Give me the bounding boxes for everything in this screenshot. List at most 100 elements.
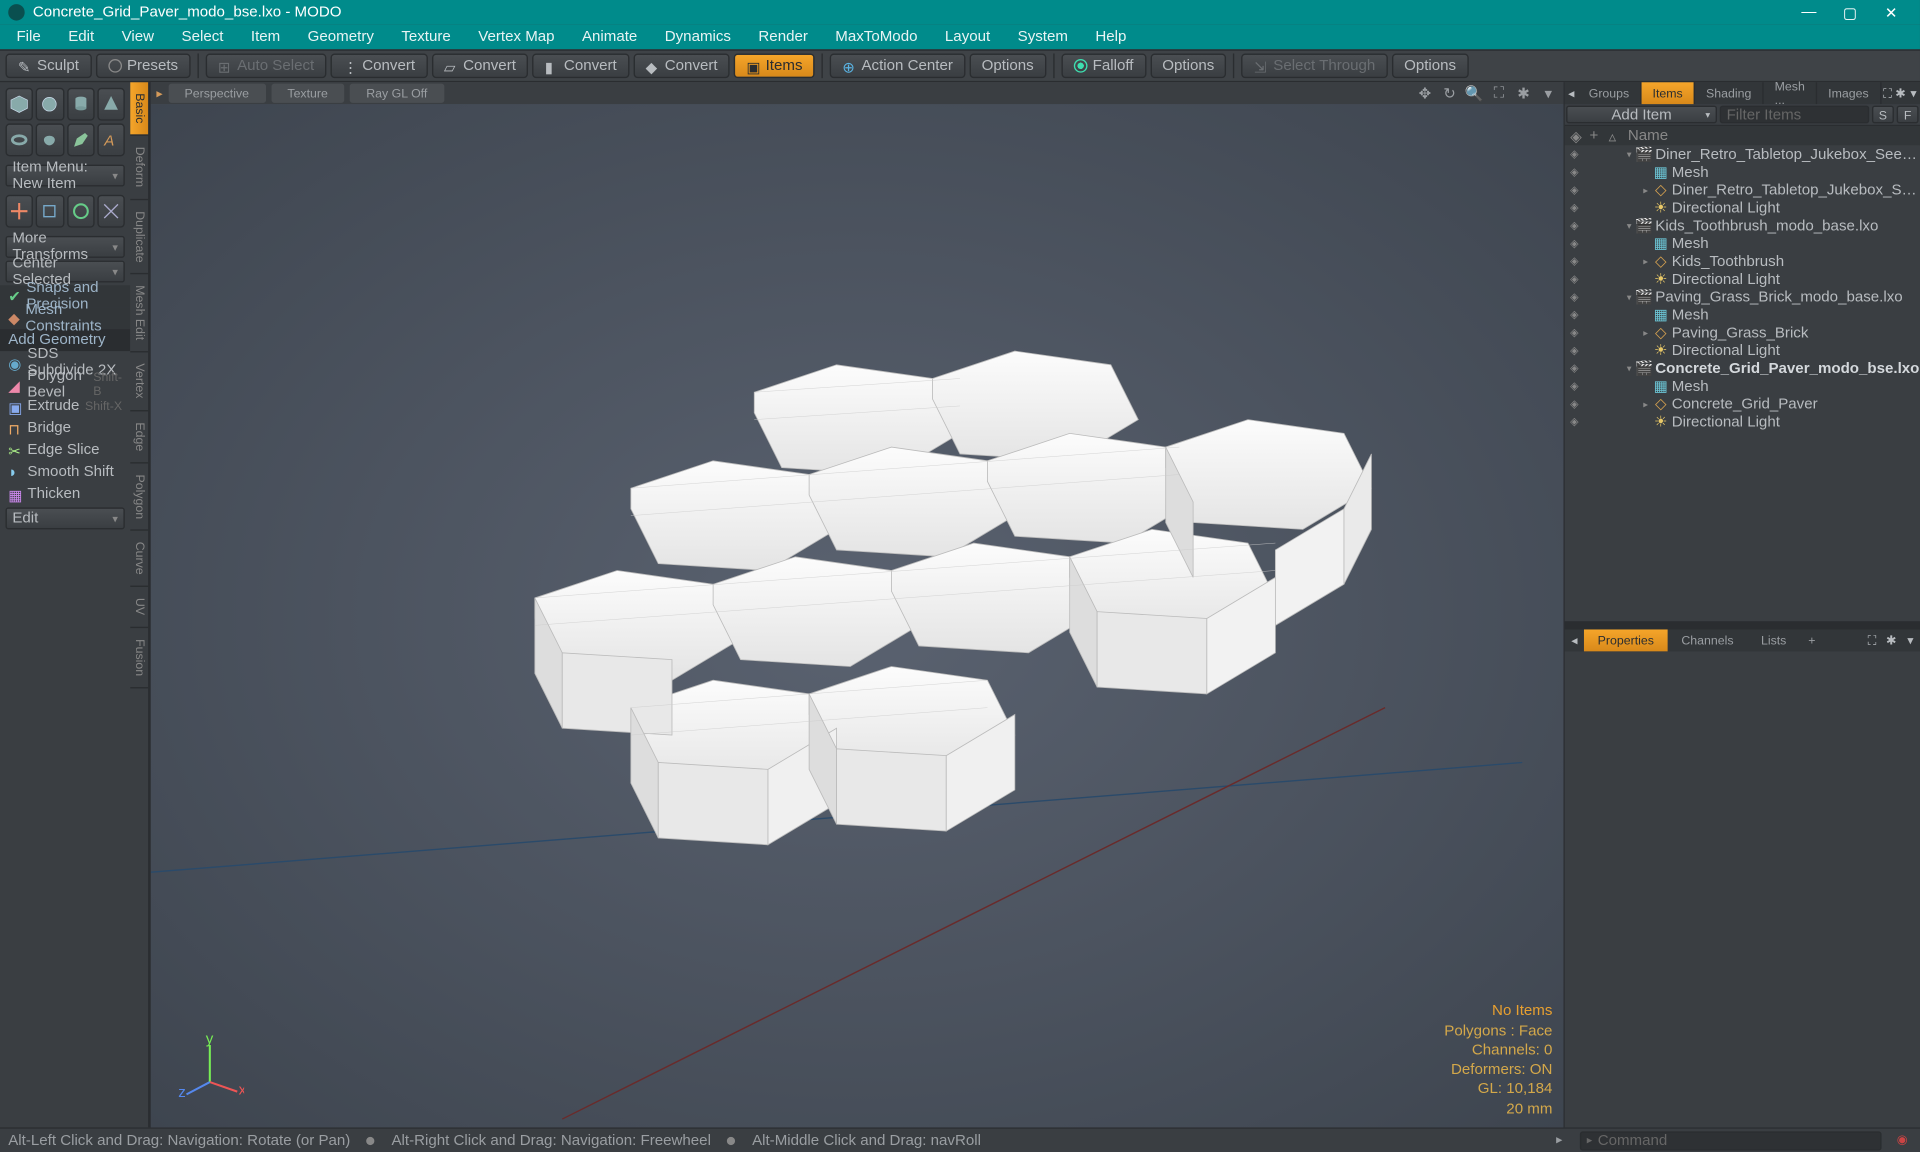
tab-meshedit[interactable]: Mesh Edit [130,274,148,352]
visibility-icon[interactable]: ◈ [1565,148,1584,160]
proptab-gear-icon[interactable]: ✱ [1882,629,1901,651]
tree-row-11[interactable]: ◈☀Directional Light [1565,341,1920,359]
visibility-icon[interactable]: ◈ [1565,184,1584,196]
tab-gear-icon[interactable]: ✱ [1894,82,1907,104]
options1-button[interactable]: Options [969,53,1046,78]
col-plus-icon[interactable]: + [1584,128,1603,144]
tab-lists[interactable]: Lists [1747,629,1800,651]
tab-add[interactable]: + [1800,629,1824,651]
tab-properties[interactable]: Properties [1584,629,1668,651]
tree-expand-icon[interactable]: ▸ [1639,327,1653,338]
zoom-view-icon[interactable]: 🔍 [1465,84,1484,103]
autoselect-button[interactable]: ⊞Auto Select [206,53,327,78]
edge-slice-tool[interactable]: ✂Edge Slice [0,439,130,461]
tab-groups[interactable]: Groups [1578,82,1642,104]
tree-row-13[interactable]: ◈▦Mesh [1565,377,1920,395]
tab-curve[interactable]: Curve [130,531,148,587]
options3-button[interactable]: Options [1392,53,1469,78]
tab-uv[interactable]: UV [130,587,148,627]
transform-button[interactable] [5,195,33,228]
proptab-collapse-icon[interactable]: ◂ [1565,629,1584,651]
tree-row-3[interactable]: ◈☀Directional Light [1565,199,1920,217]
tab-mesh[interactable]: Mesh ... [1764,82,1818,104]
tab-polygon[interactable]: Polygon [130,463,148,531]
visibility-icon[interactable]: ◈ [1565,237,1584,249]
convert4-button[interactable]: ◆Convert [633,53,730,78]
filter-button[interactable]: F [1897,106,1919,124]
tree-row-4[interactable]: ◈▾🎬Kids_Toothbrush_modo_base.lxo [1565,217,1920,235]
primitive-cylinder-button[interactable] [67,88,95,121]
tree-row-6[interactable]: ◈▸◇Kids_Toothbrush [1565,252,1920,270]
menu-dynamics[interactable]: Dynamics [651,25,745,50]
presets-button[interactable]: Presets [95,53,190,78]
viewport-tab-raygl[interactable]: Ray GL Off [350,84,444,103]
visibility-icon[interactable]: ◈ [1565,344,1584,356]
sculpt-button[interactable]: ✎Sculpt [5,53,91,78]
rotate-button[interactable] [67,195,95,228]
visibility-icon[interactable]: ◈ [1565,416,1584,428]
falloff-button[interactable]: Falloff [1061,53,1146,78]
menu-view[interactable]: View [108,25,168,50]
close-button[interactable]: ✕ [1871,3,1912,21]
settings-view-icon[interactable]: ✱ [1514,84,1533,103]
items-button[interactable]: ▣Items [734,53,815,78]
menu-edit[interactable]: Edit [54,25,107,50]
bridge-tool[interactable]: ⊓Bridge [0,417,130,439]
visibility-icon[interactable]: ◈ [1565,362,1584,374]
filter-items-input[interactable]: Filter Items [1720,106,1869,124]
visibility-icon[interactable]: ◈ [1565,398,1584,410]
tree-row-9[interactable]: ◈▦Mesh [1565,306,1920,324]
primitive-torus-button[interactable] [5,123,33,156]
status-rec-icon[interactable]: ◉ [1893,1133,1912,1148]
status-expand-icon[interactable]: ▸ [1550,1133,1569,1148]
horizontal-splitter[interactable] [1565,621,1920,629]
col-eye-icon[interactable]: ◈ [1565,127,1584,145]
rotate-view-icon[interactable]: ↻ [1440,84,1459,103]
options2-button[interactable]: Options [1150,53,1227,78]
visibility-icon[interactable]: ◈ [1565,291,1584,303]
tree-row-12[interactable]: ◈▾🎬Concrete_Grid_Paver_modo_bse.lxo [1565,359,1920,377]
menu-render[interactable]: Render [745,25,822,50]
visibility-icon[interactable]: ◈ [1565,309,1584,321]
tab-edge[interactable]: Edge [130,411,148,463]
col-lock-icon[interactable]: ▵ [1603,127,1622,145]
convert3-button[interactable]: ▮Convert [532,53,629,78]
tab-expand-icon[interactable]: ⛶ [1881,82,1894,104]
tab-shading[interactable]: Shading [1695,82,1764,104]
command-input[interactable]: Command [1580,1131,1882,1150]
menu-maxtomodo[interactable]: MaxToModo [822,25,932,50]
tree-row-7[interactable]: ◈☀Directional Light [1565,270,1920,288]
smooth-shift-tool[interactable]: ◗Smooth Shift [0,461,130,483]
visibility-icon[interactable]: ◈ [1565,166,1584,178]
viewport-options-icon[interactable]: ▸ [156,86,162,101]
dropdown-view-icon[interactable]: ▾ [1539,84,1558,103]
primitive-teapot-button[interactable] [36,123,64,156]
menu-system[interactable]: System [1004,25,1082,50]
viewport-canvas[interactable]: y x z No Items Polygons : Face Channels:… [151,104,1564,1127]
tab-deform[interactable]: Deform [130,136,148,200]
convert1-button[interactable]: ⋮Convert [331,53,428,78]
convert2-button[interactable]: ▱Convert [432,53,529,78]
tab-collapse-icon[interactable]: ◂ [1565,82,1578,104]
move-view-icon[interactable]: ✥ [1415,84,1434,103]
menu-vertexmap[interactable]: Vertex Map [465,25,569,50]
primitive-cone-button[interactable] [97,88,125,121]
menu-item[interactable]: Item [237,25,294,50]
pen-tool-button[interactable] [67,123,95,156]
primitive-cube-button[interactable] [5,88,33,121]
add-item-button[interactable]: Add Item [1566,106,1717,124]
tree-row-5[interactable]: ◈▦Mesh [1565,235,1920,253]
tree-expand-icon[interactable]: ▸ [1639,184,1653,195]
proptab-menu-icon[interactable]: ▾ [1901,629,1920,651]
col-name[interactable]: Name [1622,128,1920,144]
tab-images[interactable]: Images [1817,82,1881,104]
tab-duplicate[interactable]: Duplicate [130,200,148,275]
tree-row-15[interactable]: ◈☀Directional Light [1565,413,1920,431]
visibility-icon[interactable]: ◈ [1565,326,1584,338]
tab-fusion[interactable]: Fusion [130,628,148,688]
polygon-bevel-tool[interactable]: ◢Polygon BevelShift-B [0,373,130,395]
selectthrough-button[interactable]: ⇲Select Through [1242,53,1388,78]
visibility-icon[interactable]: ◈ [1565,202,1584,214]
menu-help[interactable]: Help [1082,25,1140,50]
tab-items[interactable]: Items [1642,82,1696,104]
